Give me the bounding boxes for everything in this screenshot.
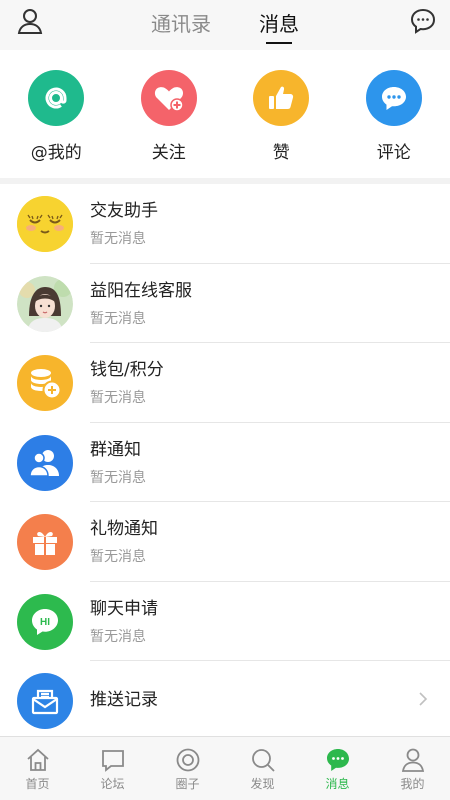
user-photo-avatar: [17, 275, 73, 332]
list-item-subtitle: 暂无消息: [90, 231, 146, 247]
header-tabs: 通讯录 消息: [0, 0, 450, 50]
list-item[interactable]: 群通知 暂无消息: [0, 423, 450, 502]
nav-label: 首页: [25, 777, 50, 791]
thumbs-up-icon: [253, 70, 310, 126]
nav-home[interactable]: 首页: [0, 737, 75, 800]
nav-messages[interactable]: 消息: [300, 737, 375, 800]
chevron-right-icon: [418, 691, 428, 711]
list-item-title: 礼物通知: [90, 519, 158, 539]
list-item-title: 聊天申请: [90, 598, 158, 619]
message-list: 交友助手 暂无消息 益阳在线客服 暂无消息 钱包/积分 暂无消息 群通知 暂无消…: [0, 184, 450, 736]
list-item-subtitle: 暂无消息: [90, 549, 146, 565]
list-item[interactable]: HI 聊天申请 暂无消息: [0, 582, 450, 661]
chat-bubble-icon[interactable]: [408, 6, 438, 36]
nav-label: 我的: [400, 777, 425, 791]
circle-icon: [176, 748, 199, 772]
list-item-title: 交友助手: [90, 201, 158, 221]
nav-discover[interactable]: 发现: [225, 737, 300, 800]
nav-label: 消息: [325, 777, 350, 791]
list-item-subtitle: 暂无消息: [90, 469, 146, 486]
quick-like[interactable]: 赞: [225, 50, 338, 178]
inbox-icon: [17, 673, 73, 729]
nav-label: 圈子: [175, 777, 200, 791]
list-item-title: 推送记录: [90, 690, 158, 710]
svg-text:HI: HI: [40, 617, 50, 628]
coins-icon: [17, 355, 73, 411]
list-item-subtitle: 暂无消息: [90, 390, 146, 406]
top-header: 通讯录 消息: [0, 0, 450, 50]
list-item-subtitle: 暂无消息: [90, 310, 146, 327]
gift-icon: [17, 514, 73, 570]
nav-label: 论坛: [100, 777, 125, 791]
list-item-title: 益阳在线客服: [90, 280, 192, 301]
heart-plus-icon: [140, 70, 197, 126]
smiley-face-icon: [17, 196, 73, 252]
hi-bubble-icon: HI: [17, 593, 73, 650]
home-icon: [26, 748, 49, 771]
list-item[interactable]: 交友助手 暂无消息: [0, 184, 450, 264]
list-item-title: 钱包/积分: [90, 360, 164, 380]
group-icon: [17, 434, 73, 491]
forum-icon: [101, 750, 124, 772]
tab-contacts[interactable]: 通讯录: [151, 0, 211, 50]
nav-me[interactable]: 我的: [375, 737, 450, 800]
nav-forum[interactable]: 论坛: [75, 737, 150, 800]
message-icon: [326, 749, 349, 771]
nav-circle[interactable]: 圈子: [150, 737, 225, 800]
quick-comment[interactable]: 评论: [338, 50, 450, 178]
quick-label: 评论: [376, 143, 411, 163]
quick-label: 关注: [151, 143, 186, 163]
quick-at-me[interactable]: @我的: [0, 50, 113, 178]
tab-messages[interactable]: 消息: [259, 0, 299, 50]
quick-label: 赞: [272, 143, 290, 163]
bottom-nav: 首页 论坛 圈子 发现 消息 我的: [0, 736, 450, 800]
quick-actions: @我的 关注 赞 评论: [0, 50, 450, 178]
profile-icon: [401, 748, 424, 772]
quick-label: @我的: [30, 143, 82, 163]
list-item-push-records[interactable]: 推送记录: [0, 661, 450, 741]
list-item[interactable]: 益阳在线客服 暂无消息: [0, 264, 450, 343]
list-item-subtitle: 暂无消息: [90, 628, 146, 645]
search-icon: [251, 749, 275, 772]
nav-label: 发现: [250, 777, 275, 791]
at-icon: [28, 70, 85, 126]
quick-follow[interactable]: 关注: [113, 50, 226, 178]
list-item[interactable]: 礼物通知 暂无消息: [0, 502, 450, 582]
list-item[interactable]: 钱包/积分 暂无消息: [0, 343, 450, 423]
list-item-title: 群通知: [90, 439, 141, 460]
comment-icon: [365, 70, 422, 126]
